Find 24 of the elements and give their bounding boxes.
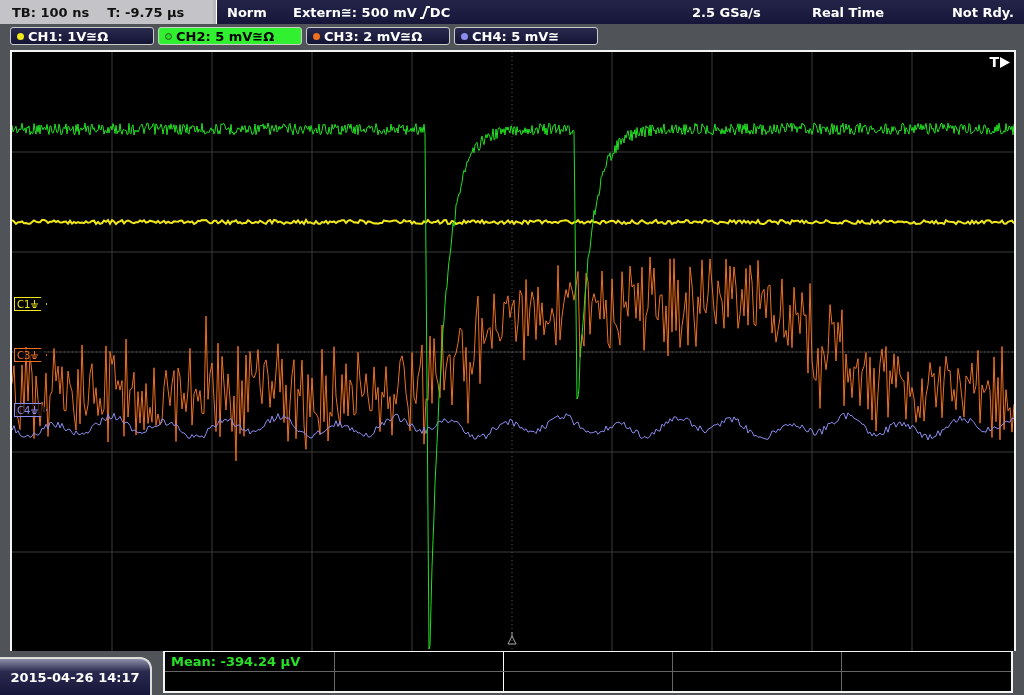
trigger-coupling[interactable]: DC [429,4,451,20]
ground-icon [31,300,39,308]
trigger-time[interactable]: T: -9.75 µs [107,4,185,20]
channel-tab[interactable]: CH1: 1V≅Ω [10,27,154,45]
trigger-marker: T [989,54,999,70]
channel-tab[interactable]: CH4: 5 mV≅ [454,27,598,45]
channel-marker[interactable]: C4 [14,403,48,417]
channel-marker[interactable]: C1 [14,297,48,311]
channel-tab[interactable]: CH2: 5 mV≅Ω [158,27,302,45]
trigger-source[interactable]: Extern≅: 500 mV [293,4,417,20]
acquisition-mode[interactable]: Real Time [811,4,952,20]
ground-icon [31,406,39,414]
date-time-tab[interactable]: 2015-04-26 14:17 [0,657,152,695]
trigger-mode[interactable]: Norm [227,4,293,20]
measurement-value: Mean: -394.24 µV [171,654,301,670]
channel-tab[interactable]: CH3: 2 mV≅Ω [306,27,450,45]
rising-edge-icon [419,5,430,19]
acquisition-state: Not Rdy. [951,4,1014,20]
sample-rate[interactable]: 2.5 GSa/s [691,4,812,20]
play-icon [1000,56,1010,68]
channel-marker[interactable]: C3 [14,348,48,362]
timebase[interactable]: TB: 100 ns [12,4,90,20]
ground-icon [31,351,39,359]
date-time: 2015-04-26 14:17 [10,669,140,685]
